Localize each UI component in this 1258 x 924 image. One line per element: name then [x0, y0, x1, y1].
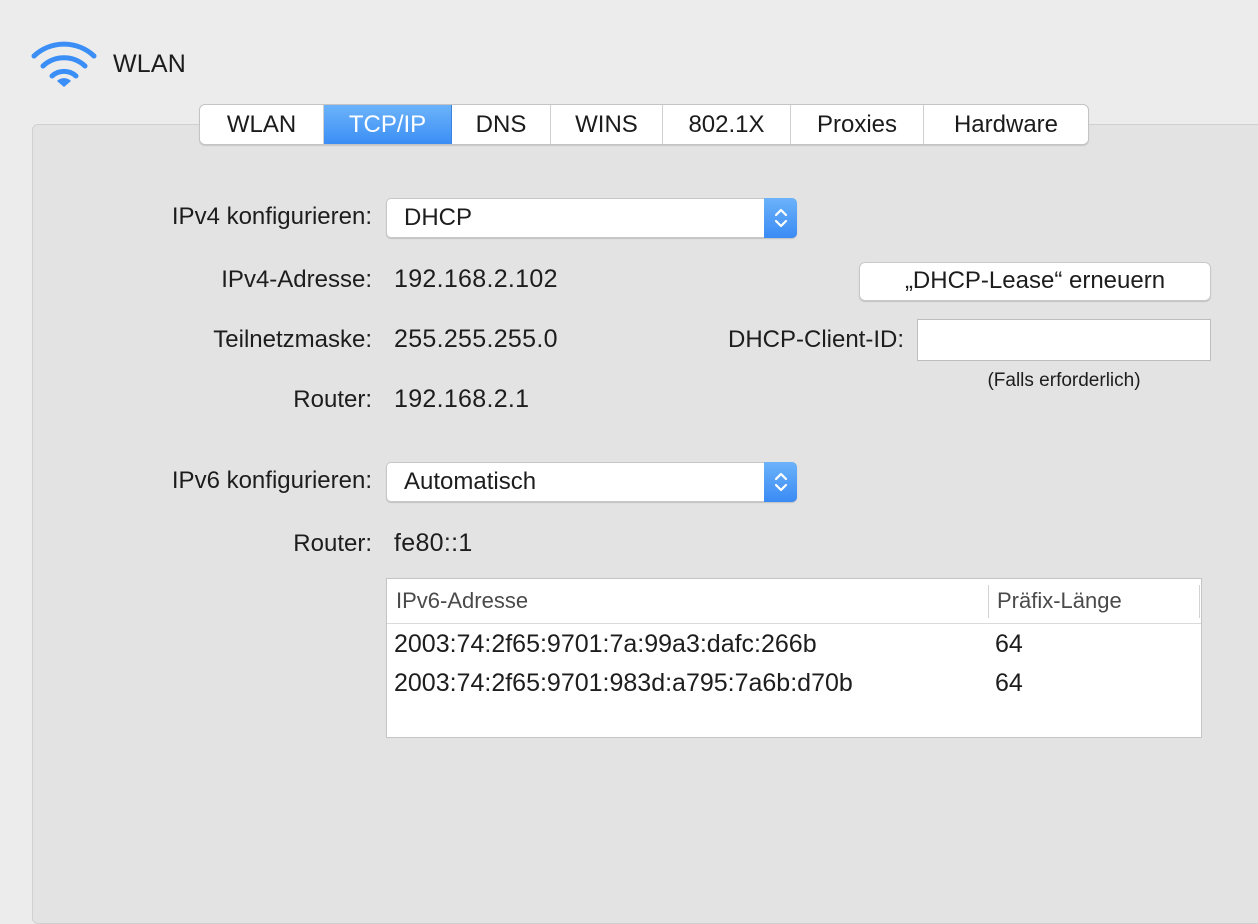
tab-bar: WLAN TCP/IP DNS WINS 802.1X Proxies Hard…: [199, 104, 1089, 145]
ipv4-configure-select[interactable]: DHCP: [386, 198, 797, 238]
settings-panel: [32, 124, 1258, 924]
tab-dns[interactable]: DNS: [452, 105, 551, 144]
column-divider: [988, 585, 989, 618]
dhcp-client-id-hint: (Falls erforderlich): [987, 370, 1141, 391]
table-row[interactable]: 2003:74:2f65:9701:983d:a795:7a6b:d70b 64: [387, 664, 1201, 703]
tab-proxies[interactable]: Proxies: [791, 105, 924, 144]
tab-wlan[interactable]: WLAN: [200, 105, 324, 144]
dhcp-client-id-label: DHCP-Client-ID:: [727, 326, 904, 353]
subnet-mask-label: Teilnetzmaske:: [213, 326, 372, 353]
tab-802-1x[interactable]: 802.1X: [663, 105, 791, 144]
ipv4-configure-value: DHCP: [404, 204, 473, 231]
ipv6-address-table: IPv6-Adresse Präfix-Länge 2003:74:2f65:9…: [386, 578, 1202, 738]
ipv6-configure-label: IPv6 konfigurieren:: [171, 467, 372, 494]
column-divider: [1199, 585, 1200, 618]
up-down-chevron-icon: [764, 198, 797, 238]
table-row[interactable]: 2003:74:2f65:9701:7a:99a3:dafc:266b 64: [387, 625, 1201, 664]
subnet-mask-value: 255.255.255.0: [394, 325, 558, 353]
window-header: WLAN: [30, 38, 186, 90]
tab-hardware[interactable]: Hardware: [924, 105, 1088, 144]
header-title: WLAN: [113, 49, 187, 78]
ipv4-router-label: Router:: [293, 386, 372, 413]
ipv4-router-value: 192.168.2.1: [394, 385, 530, 413]
ipv4-address-value: 192.168.2.102: [394, 265, 558, 293]
up-down-chevron-icon: [764, 462, 797, 502]
column-header-ipv6-address[interactable]: IPv6-Adresse: [396, 579, 528, 623]
ipv6-configure-select[interactable]: Automatisch: [386, 462, 797, 502]
renew-dhcp-lease-button[interactable]: „DHCP-Lease“ erneuern: [859, 262, 1211, 301]
wifi-icon: [31, 41, 97, 87]
ipv6-address-cell: 2003:74:2f65:9701:7a:99a3:dafc:266b: [394, 630, 817, 658]
ipv4-address-label: IPv4-Adresse:: [221, 266, 372, 293]
tab-wins[interactable]: WINS: [551, 105, 663, 144]
prefix-length-cell: 64: [995, 669, 1023, 697]
tab-tcp-ip[interactable]: TCP/IP: [324, 105, 452, 144]
table-body: 2003:74:2f65:9701:7a:99a3:dafc:266b 64 2…: [387, 624, 1201, 703]
ipv6-router-label: Router:: [293, 530, 372, 557]
ipv4-configure-label: IPv4 konfigurieren:: [171, 203, 372, 230]
ipv6-address-cell: 2003:74:2f65:9701:983d:a795:7a6b:d70b: [394, 669, 853, 697]
dhcp-client-id-input[interactable]: [917, 319, 1211, 361]
column-header-prefix-length[interactable]: Präfix-Länge: [997, 579, 1122, 623]
table-header: IPv6-Adresse Präfix-Länge: [387, 579, 1201, 624]
prefix-length-cell: 64: [995, 630, 1023, 658]
ipv6-router-value: fe80::1: [394, 529, 473, 557]
ipv6-configure-value: Automatisch: [404, 468, 537, 495]
